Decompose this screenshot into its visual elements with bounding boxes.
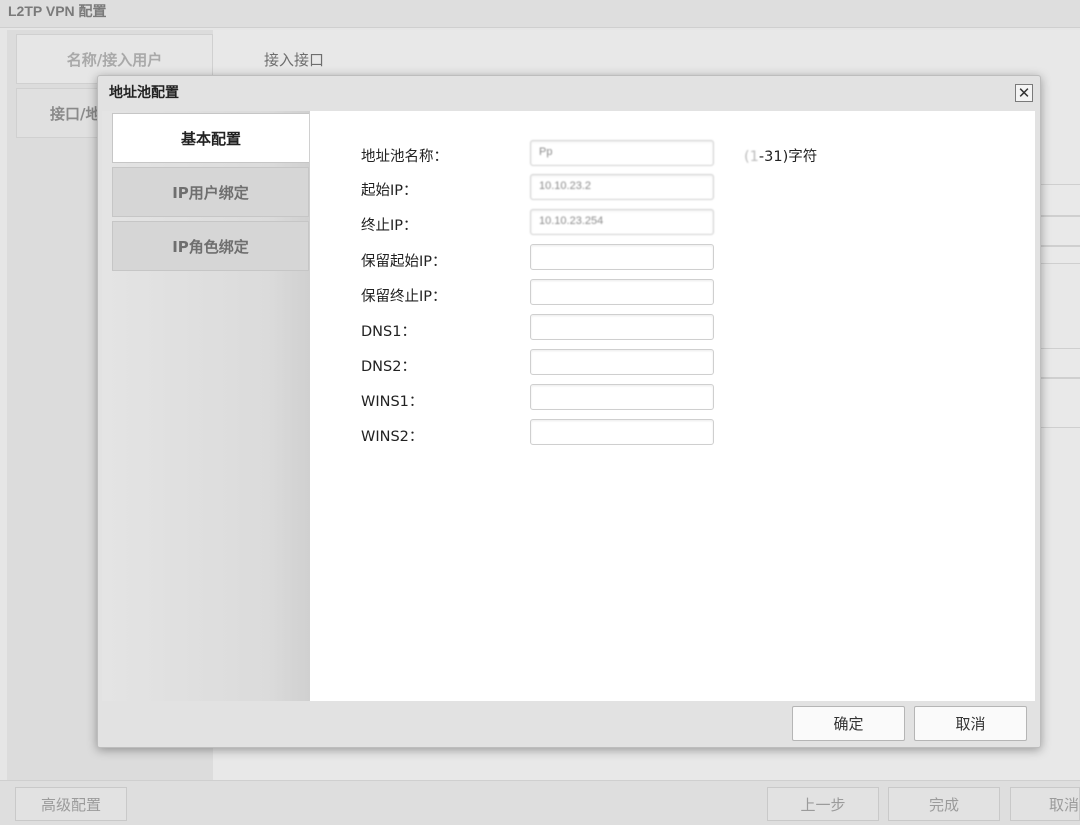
start-ip-label: 起始IP： xyxy=(361,183,418,199)
tab-basic-config[interactable]: 基本配置 xyxy=(112,113,309,163)
window-title: L2TP VPN 配置 xyxy=(8,3,107,19)
dns2-label: DNS2： xyxy=(361,359,416,375)
end-ip-label: 终止IP： xyxy=(361,218,418,234)
pool-name-hint: (1-31)字符 xyxy=(744,145,817,166)
table-row xyxy=(1040,378,1080,428)
pool-name-input[interactable]: Pp xyxy=(530,140,714,166)
close-icon[interactable]: ✕ xyxy=(1015,84,1033,102)
dns2-input[interactable] xyxy=(530,349,714,375)
table-row xyxy=(1040,348,1080,378)
wins1-label: WINS1： xyxy=(361,394,424,410)
start-ip-input[interactable]: 10.10.23.2 xyxy=(530,174,714,200)
wins2-label: WINS2： xyxy=(361,429,424,445)
cancel-button[interactable]: 取消 xyxy=(914,706,1027,741)
wizard-cancel-button[interactable]: 取消 xyxy=(1010,787,1080,821)
tab-ip-user-binding[interactable]: IP用户绑定 xyxy=(112,167,309,217)
hint-text: -31)字符 xyxy=(758,149,818,165)
table-row xyxy=(1040,246,1080,264)
access-interface-label: 接入接口 xyxy=(264,51,325,69)
wins2-input[interactable] xyxy=(530,419,714,445)
address-pool-dialog: 地址池配置 ✕ 基本配置 IP用户绑定 IP角色绑定 地址池名称： Pp (1-… xyxy=(97,75,1041,748)
window-titlebar: L2TP VPN 配置 xyxy=(0,0,1080,28)
dialog-title: 地址池配置 xyxy=(109,85,179,101)
ok-button[interactable]: 确定 xyxy=(792,706,905,741)
hint-prefix: (1 xyxy=(744,149,759,165)
end-ip-input[interactable]: 10.10.23.254 xyxy=(530,209,714,235)
reserved-start-ip-input[interactable] xyxy=(530,244,714,270)
pool-name-label: 地址池名称： xyxy=(361,149,448,165)
tab-ip-role-binding[interactable]: IP角色绑定 xyxy=(112,221,309,271)
table-row xyxy=(1040,216,1080,246)
dns1-input[interactable] xyxy=(530,314,714,340)
reserved-end-ip-label: 保留终止IP： xyxy=(361,289,447,305)
reserved-start-ip-label: 保留起始IP： xyxy=(361,254,447,270)
reserved-end-ip-input[interactable] xyxy=(530,279,714,305)
finish-button[interactable]: 完成 xyxy=(888,787,1000,821)
table-row xyxy=(1040,184,1080,216)
advanced-config-button[interactable]: 高级配置 xyxy=(15,787,127,821)
prev-step-button[interactable]: 上一步 xyxy=(767,787,879,821)
wins1-input[interactable] xyxy=(530,384,714,410)
dns1-label: DNS1： xyxy=(361,324,416,340)
